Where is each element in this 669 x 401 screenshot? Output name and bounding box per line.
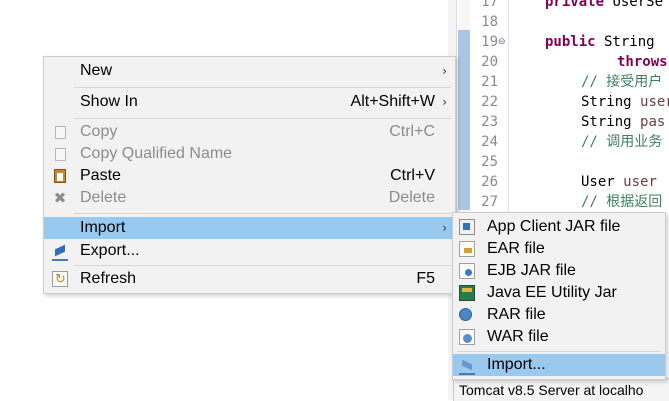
menu-item-delete[interactable]: ✖ Delete Delete xyxy=(44,187,455,209)
refresh-icon xyxy=(52,269,68,291)
line-number: 24 xyxy=(481,134,498,150)
menu-item-label: Show In xyxy=(80,93,138,110)
menu-item-shortcut: F5 xyxy=(416,270,435,287)
variable: user xyxy=(640,94,669,110)
import-wizard-icon xyxy=(459,357,475,375)
code-comment: // 根据返回 xyxy=(581,194,663,210)
menu-item-label: App Client JAR file xyxy=(487,218,621,235)
menu-item-shortcut: Alt+Shift+W xyxy=(350,93,435,110)
menu-item-shortcut: Ctrl+C xyxy=(389,123,435,140)
line-number: 17 xyxy=(481,0,498,10)
menu-item-shortcut: Delete xyxy=(388,189,435,206)
line-number: 23 xyxy=(481,114,498,130)
menu-item-label: WAR file xyxy=(487,328,549,345)
menu-item-label: Copy xyxy=(80,123,118,140)
code-comment: // 调用业务 xyxy=(581,134,663,150)
submenu-item-war-file[interactable]: WAR file xyxy=(453,326,665,348)
code-text: UserSe xyxy=(604,0,664,10)
submenu-arrow-icon: › xyxy=(442,221,447,235)
menu-item-import[interactable]: Import › xyxy=(44,217,455,239)
app-client-jar-icon xyxy=(459,219,475,235)
code-text: String xyxy=(581,94,641,110)
export-icon xyxy=(52,243,68,261)
delete-icon: ✖ xyxy=(53,189,67,207)
menu-item-new[interactable]: New › xyxy=(44,60,455,82)
menu-item-label: Refresh xyxy=(80,270,137,287)
menu-item-label: Java EE Utility Jar xyxy=(487,284,617,301)
submenu-arrow-icon: › xyxy=(442,95,447,109)
menu-item-export[interactable]: Export... xyxy=(44,240,455,262)
menu-item-label: Export... xyxy=(80,242,140,259)
ruler-highlight xyxy=(458,30,470,210)
menu-item-label: RAR file xyxy=(487,306,546,323)
menu-item-show-in[interactable]: Show In Alt+Shift+W › xyxy=(44,91,455,113)
ear-file-icon xyxy=(459,241,475,257)
line-number: 20 xyxy=(481,54,498,70)
line-number: 26 xyxy=(481,174,498,190)
menu-separator xyxy=(74,118,451,119)
menu-separator xyxy=(74,213,451,214)
submenu-item-ejb-jar[interactable]: EJB JAR file xyxy=(453,260,665,282)
utility-jar-icon xyxy=(459,285,475,301)
code-line-26: User user xyxy=(581,172,657,192)
menu-item-shortcut: Ctrl+V xyxy=(390,167,435,184)
keyword: throws xyxy=(617,54,668,70)
ejb-jar-icon xyxy=(459,263,475,279)
line-number: 21 xyxy=(481,74,498,90)
rar-file-icon xyxy=(459,308,472,321)
submenu-item-app-client-jar[interactable]: App Client JAR file xyxy=(453,216,665,238)
menu-item-refresh[interactable]: Refresh F5 xyxy=(44,268,455,291)
menu-item-label: EAR file xyxy=(487,240,545,257)
code-text: String xyxy=(595,34,664,50)
menu-item-label: Paste xyxy=(80,167,121,184)
menu-item-label: Delete xyxy=(80,189,127,206)
menu-item-label: EJB JAR file xyxy=(487,262,576,279)
menu-item-label: Copy Qualified Name xyxy=(80,145,233,162)
menu-item-copy-qualified-name[interactable]: Copy Qualified Name xyxy=(44,143,455,165)
copy-qualified-name-icon xyxy=(55,148,66,161)
code-line-20: throws xyxy=(617,52,668,72)
line-number: 27 xyxy=(481,194,498,210)
code-text: User xyxy=(581,174,624,190)
menu-separator xyxy=(74,265,451,266)
submenu-item-import-wizard[interactable]: Import... xyxy=(453,354,665,376)
code-line-23: String pas xyxy=(581,112,665,132)
import-submenu: App Client JAR file EAR file EJB JAR fil… xyxy=(452,212,666,380)
keyword: private xyxy=(545,0,605,10)
line-number: 25 xyxy=(481,154,498,170)
war-file-icon xyxy=(459,329,475,345)
menu-separator xyxy=(74,87,451,88)
code-line-22: String user xyxy=(581,92,669,112)
menu-item-paste[interactable]: Paste Ctrl+V xyxy=(44,165,455,187)
code-comment: // 接受用户 xyxy=(581,74,663,90)
servers-view-entry[interactable]: Tomcat v8.5 Server at localho xyxy=(453,378,669,401)
line-number: 19 xyxy=(481,34,498,50)
keyword: public xyxy=(545,34,596,50)
submenu-arrow-icon: › xyxy=(442,64,447,78)
line-number: 18 xyxy=(481,14,498,30)
variable: user xyxy=(623,174,657,190)
code-line-19: public String xyxy=(545,32,663,52)
menu-item-label: Import xyxy=(80,219,126,236)
copy-icon xyxy=(55,126,66,139)
code-line-17: private UserSe xyxy=(545,0,663,12)
submenu-item-rar-file[interactable]: RAR file xyxy=(453,304,665,326)
line-number: 22 xyxy=(481,94,498,110)
menu-separator xyxy=(457,351,661,352)
fold-toggle-icon[interactable]: ⊖ xyxy=(498,32,506,52)
paste-icon xyxy=(54,169,66,183)
menu-item-label: Import... xyxy=(487,356,546,373)
variable: pas xyxy=(640,114,666,130)
submenu-item-utility-jar[interactable]: Java EE Utility Jar xyxy=(453,282,665,304)
code-text: String xyxy=(581,114,641,130)
submenu-item-ear-file[interactable]: EAR file xyxy=(453,238,665,260)
menu-item-label: New xyxy=(80,62,113,79)
menu-item-copy[interactable]: Copy Ctrl+C xyxy=(44,121,455,143)
context-menu: New › Show In Alt+Shift+W › Copy Ctrl+C … xyxy=(43,56,456,294)
